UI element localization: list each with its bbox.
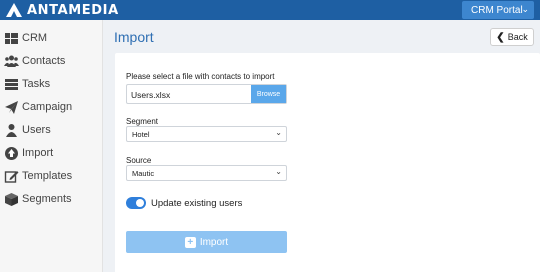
sidebar-item-users[interactable]: Users (0, 121, 103, 141)
page-title: Import (114, 29, 154, 45)
sidebar-item-segments[interactable]: Segments (0, 190, 103, 210)
sidebar-item-label: Campaign (22, 101, 73, 113)
source-value: Mautic (132, 169, 155, 178)
paper-plane-icon (5, 101, 18, 114)
source-select[interactable]: Mautic ⌄ (126, 165, 287, 181)
chevron-down-icon: ⌄ (521, 4, 529, 14)
sidebar: CRM Contacts Tasks Campaign Users Import (0, 20, 103, 272)
upload-circle-icon (5, 147, 18, 160)
browse-button[interactable]: Browse (251, 85, 286, 103)
cube-icon (5, 193, 18, 206)
back-label: Back (507, 32, 528, 42)
sidebar-item-label: Tasks (22, 78, 51, 90)
file-input[interactable]: Users.xlsx Browse (126, 84, 287, 104)
sidebar-item-label: CRM (22, 32, 48, 44)
edit-icon (4, 171, 19, 183)
sidebar-item-label: Contacts (22, 55, 66, 67)
toggle-label: Update existing users (151, 198, 243, 209)
sidebar-item-templates[interactable]: Templates (0, 167, 103, 187)
sidebar-item-label: Templates (22, 170, 73, 182)
source-label: Source (126, 156, 152, 165)
import-button-label: Import (199, 236, 229, 248)
sidebar-item-campaign[interactable]: Campaign (0, 98, 103, 118)
plus-icon: + (184, 236, 196, 248)
toggle-knob (136, 199, 144, 207)
sidebar-item-label: Users (22, 124, 51, 136)
file-name: Users.xlsx (131, 90, 171, 100)
sidebar-item-contacts[interactable]: Contacts (0, 52, 103, 72)
sidebar-item-import[interactable]: Import (0, 144, 103, 164)
grid-icon (5, 33, 18, 44)
segment-select[interactable]: Hotel ⌄ (126, 126, 287, 142)
import-form-card: Please select a file with contacts to im… (115, 53, 540, 272)
chevron-down-icon: ⌄ (275, 167, 282, 176)
brand-logo[interactable]: ANTAMEDIA (6, 1, 119, 19)
segment-value: Hotel (132, 130, 150, 139)
sidebar-item-label: Import (22, 147, 54, 159)
update-existing-toggle[interactable] (126, 197, 146, 209)
crm-portal-dropdown[interactable]: CRM Portal ⌄ (462, 1, 534, 19)
import-button[interactable]: + Import (126, 231, 287, 253)
main-content: Import ❮ Back Please select a file with … (104, 20, 540, 272)
crm-portal-label: CRM Portal (471, 4, 523, 16)
users-group-icon (4, 55, 19, 67)
segment-label: Segment (126, 117, 159, 126)
sidebar-item-tasks[interactable]: Tasks (0, 75, 103, 95)
tasks-icon (5, 79, 18, 90)
logo-icon (6, 3, 22, 17)
brand-name: ANTAMEDIA (27, 2, 119, 18)
chevron-down-icon: ⌄ (275, 128, 282, 137)
top-bar: ANTAMEDIA CRM Portal ⌄ (0, 0, 540, 20)
sidebar-item-crm[interactable]: CRM (0, 29, 103, 49)
chevron-left-icon: ❮ (496, 31, 505, 43)
sidebar-item-label: Segments (22, 193, 72, 205)
back-button[interactable]: ❮ Back (490, 28, 534, 46)
file-label: Please select a file with contacts to im… (126, 72, 275, 81)
user-icon (6, 124, 17, 137)
